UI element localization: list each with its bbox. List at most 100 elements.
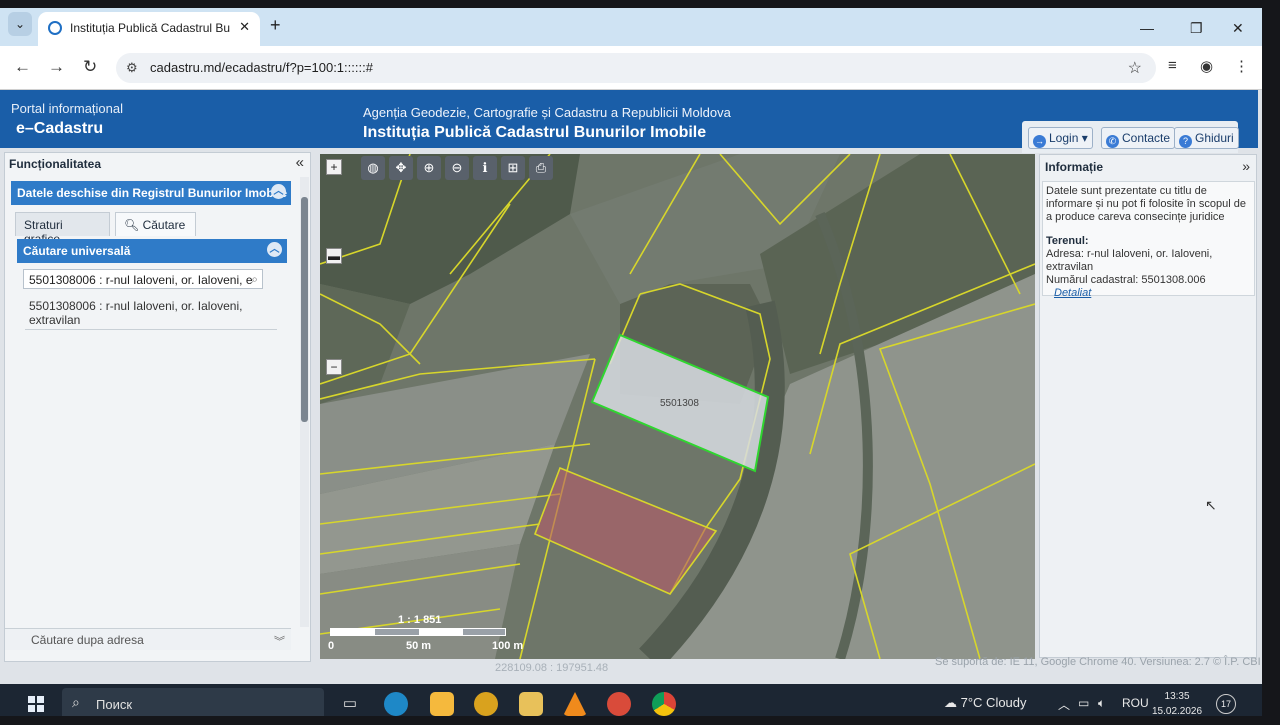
disclaimer-text: Datele sunt prezentate cu titlu de infor…	[1046, 185, 1246, 223]
clock-date: 15.02.2026	[1152, 706, 1203, 716]
expand-panel-icon[interactable]: »	[1242, 158, 1250, 174]
clock[interactable]: 13:35 15.02.2026	[1152, 689, 1202, 716]
open-data-section-header[interactable]: Datele deschise din Registrul Bunurilor …	[11, 181, 291, 205]
app-icon[interactable]	[474, 692, 498, 716]
parcel-label: 5501308	[660, 398, 699, 409]
start-tile	[28, 705, 35, 712]
map-view[interactable]: 5501308 + ▬ − ◍ ✥ ⊕ ⊖ ℹ ⊞ ⎙ 1 : 1 851 0 …	[320, 154, 1035, 659]
chevron-up-icon[interactable]: ︿	[267, 242, 282, 257]
vlc-icon[interactable]	[563, 692, 587, 716]
tray-chevron-icon[interactable]: ︿	[1058, 696, 1070, 713]
universal-search-header[interactable]: Căutare universală ︿	[17, 239, 287, 263]
search-icon: 🔍︎	[124, 218, 140, 232]
information-title: Informație	[1045, 160, 1104, 174]
divider	[25, 329, 277, 330]
reload-icon[interactable]: ↻	[83, 57, 97, 77]
start-tile	[37, 696, 44, 703]
search-icon[interactable]: ⌕	[251, 272, 258, 287]
address-search-title: Căutare dupa adresa	[31, 633, 144, 647]
collapse-panel-icon[interactable]: «	[296, 154, 304, 171]
browser-menu-icon[interactable]: ⋮	[1234, 57, 1249, 75]
weather-widget[interactable]: ☁ 7°C Cloudy	[944, 695, 1027, 711]
functionality-panel: Funcționalitatea « Datele deschise din R…	[4, 152, 311, 662]
scale-bar	[330, 628, 506, 636]
zoom-slider-handle[interactable]: ▬	[326, 248, 342, 264]
pan-icon[interactable]: ✥	[389, 156, 413, 180]
media-control-icon[interactable]: ≡	[1168, 57, 1177, 74]
minimize-icon[interactable]: —	[1140, 20, 1154, 36]
bookmark-star-icon[interactable]: ☆	[1128, 58, 1142, 78]
result-line: 5501308006 : r-nul Ialoveni, or. Ialoven…	[29, 299, 243, 313]
help-icon: ?	[1179, 135, 1192, 148]
search-input[interactable]: 5501308006 : r-nul Ialoveni, or. Ialoven…	[23, 269, 263, 289]
app-icon[interactable]	[607, 692, 631, 716]
measure-icon[interactable]: ⊞	[501, 156, 525, 180]
browser-tab[interactable]: Instituția Publică Cadastrul Bun ✕	[38, 12, 260, 46]
zoom-out-button[interactable]: −	[326, 359, 342, 375]
globe-icon[interactable]: ◍	[361, 156, 385, 180]
start-tile	[37, 705, 44, 712]
chrome-icon[interactable]	[652, 692, 676, 716]
scale-label-100: 100 m	[492, 640, 524, 652]
edge-icon[interactable]	[384, 692, 408, 716]
universal-search-title: Căutare universală	[23, 244, 131, 258]
close-window-icon[interactable]: ✕	[1232, 20, 1244, 37]
network-icon[interactable]: ▭	[1078, 696, 1089, 710]
photo-frame: ⌄ Instituția Publică Cadastrul Bun ✕ + —…	[0, 0, 1280, 725]
tab-layers[interactable]: Straturi grafice	[15, 212, 110, 246]
windows-start-icon[interactable]	[28, 696, 44, 712]
taskbar-search-box[interactable]: ⌕ Поиск	[62, 688, 324, 716]
tab-search[interactable]: 🔍︎ Căutare	[115, 212, 196, 236]
new-tab-button[interactable]: +	[270, 15, 281, 36]
scale-label-0: 0	[328, 640, 335, 652]
close-tab-icon[interactable]: ✕	[239, 19, 250, 35]
guides-button[interactable]: ? Ghiduri	[1174, 127, 1239, 149]
land-heading: Terenul:	[1046, 235, 1089, 247]
scale-ratio: 1 : 1 851	[398, 614, 442, 626]
browser-toolbar: ← → ↻ ⚙ cadastru.md/ecadastru/f?p=100:1:…	[0, 46, 1262, 90]
start-tile	[28, 696, 35, 703]
zoom-out-tool-icon[interactable]: ⊖	[445, 156, 469, 180]
store-icon[interactable]	[430, 692, 454, 716]
clock-time: 13:35	[1164, 691, 1190, 702]
login-button[interactable]: → Login ▾	[1028, 127, 1093, 149]
coordinates-readout: 228109.08 : 197951.48	[495, 662, 609, 674]
file-explorer-icon[interactable]	[519, 692, 543, 716]
notifications-badge[interactable]: 17	[1216, 694, 1236, 714]
scale-label-50: 50 m	[406, 640, 432, 652]
zoom-in-button[interactable]: +	[326, 159, 342, 175]
info-icon[interactable]: ℹ	[473, 156, 497, 180]
contacts-label: Contacte	[1122, 131, 1171, 145]
panel-scrollbar[interactable]	[300, 177, 309, 627]
address-search-header[interactable]: Căutare dupa adresa ︾	[5, 628, 291, 650]
chevron-down-icon[interactable]: ︾	[274, 633, 285, 649]
site-info-icon[interactable]: ⚙	[126, 60, 138, 76]
tab-search-button[interactable]: ⌄	[8, 12, 32, 36]
address-bar[interactable]: ⚙ cadastru.md/ecadastru/f?p=100:1::::::#…	[116, 53, 1156, 83]
volume-icon[interactable]: 🔈︎	[1098, 696, 1105, 711]
search-result-item[interactable]: 5501308006 : r-nul Ialoveni, or. Ialoven…	[29, 299, 279, 327]
zoom-in-tool-icon[interactable]: ⊕	[417, 156, 441, 180]
functionality-title: Funcționalitatea	[9, 157, 102, 171]
aerial-map: 5501308	[320, 154, 1035, 659]
task-view-icon[interactable]: ▭	[338, 692, 362, 716]
portal-name[interactable]: e–Cadastru	[16, 120, 103, 138]
language-indicator[interactable]: ROU	[1122, 696, 1149, 710]
chevron-up-icon[interactable]: ︿	[271, 184, 286, 199]
tab-search-label: Căutare	[142, 218, 186, 232]
detail-link[interactable]: Detaliat	[1054, 287, 1091, 299]
print-icon[interactable]: ⎙	[529, 156, 553, 180]
contacts-button[interactable]: ✆ Contacte	[1101, 127, 1176, 149]
forward-icon[interactable]: →	[48, 57, 65, 77]
result-line: extravilan	[29, 313, 81, 327]
scrollbar-thumb[interactable]	[301, 197, 308, 422]
taskbar-search-placeholder: Поиск	[96, 697, 133, 712]
search-input-value: 5501308006 : r-nul Ialoveni, or. Ialoven…	[29, 273, 253, 287]
profile-icon[interactable]: ◉	[1200, 57, 1213, 75]
login-label: Login	[1049, 131, 1079, 145]
phone-icon: ✆	[1106, 135, 1119, 148]
back-icon[interactable]: ←	[14, 57, 31, 77]
restore-icon[interactable]: ❐	[1190, 20, 1203, 37]
search-icon: ⌕	[72, 694, 80, 710]
header-buttons: → Login ▾ ✆ Contacte ? Ghiduri	[1022, 121, 1239, 153]
